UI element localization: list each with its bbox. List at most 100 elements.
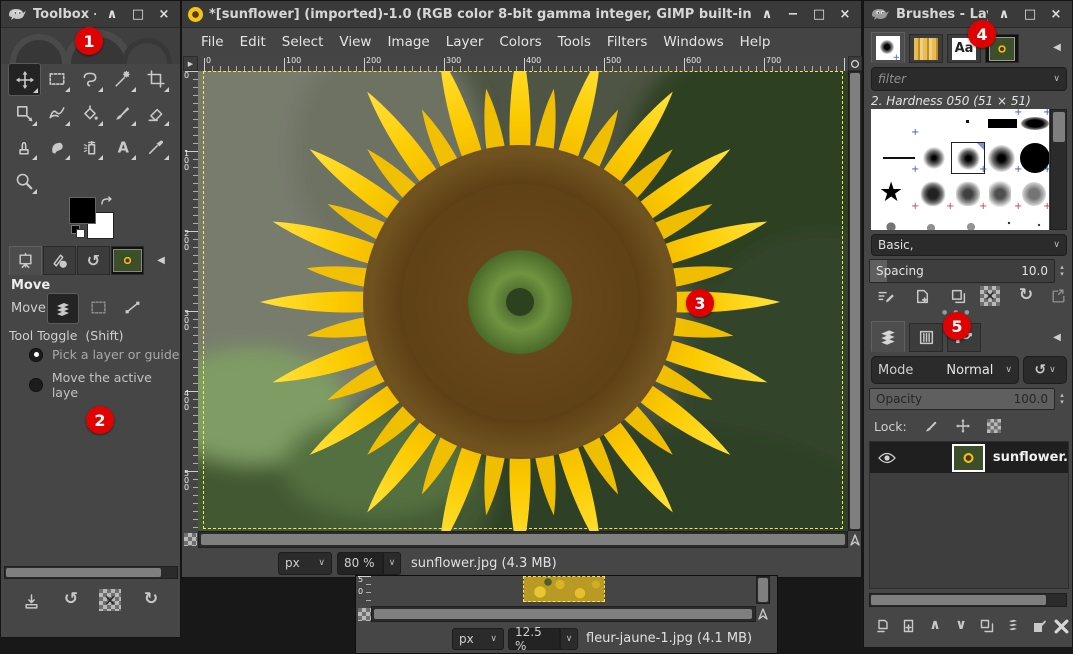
toolbox-hscrollbar-thumb[interactable] [6, 568, 161, 577]
merge-layer-button[interactable] [1002, 615, 1024, 637]
navigation-button[interactable] [848, 531, 862, 548]
new-layer-group-button[interactable] [898, 615, 920, 637]
tab-device-status[interactable]: i [43, 246, 76, 275]
shade-button[interactable]: ∧ [102, 7, 122, 22]
bg-window-canvas[interactable] [371, 576, 756, 603]
panel-menu-button[interactable]: ◀ [151, 251, 171, 269]
dock-titlebar[interactable]: Brushes - Laye ∧ □ × [864, 1, 1072, 28]
tool-free-select[interactable] [74, 63, 105, 94]
brush-filter-input[interactable]: filter ∨ [871, 67, 1067, 91]
move-path-button[interactable] [117, 293, 147, 322]
zoom-control[interactable]: 80 % ∨ [337, 552, 401, 575]
tab-tool-options[interactable] [9, 246, 42, 275]
tool-crop[interactable] [140, 63, 171, 94]
menu-filters[interactable]: Filters [599, 34, 655, 50]
layer-thumbnail[interactable] [952, 444, 985, 472]
lock-pixels-button[interactable] [923, 418, 939, 434]
brush-soft-small[interactable] [923, 147, 945, 169]
canvas-image[interactable] [198, 71, 848, 531]
brush-splat-1[interactable] [921, 182, 945, 206]
dock-menu-button[interactable]: ◀ [1047, 37, 1067, 57]
brush-grid-vscrollbar-thumb[interactable] [1053, 112, 1065, 142]
tool-color-picker[interactable] [140, 131, 171, 162]
edit-brush-button[interactable] [874, 285, 898, 307]
tool-airbrush[interactable] [74, 131, 105, 162]
bg-window-hscrollbar[interactable] [371, 606, 756, 622]
tab-layers[interactable] [871, 321, 905, 352]
menu-tools[interactable]: Tools [550, 34, 599, 50]
delete-brush-button[interactable]: × [980, 286, 1000, 306]
layer-row-sunflower[interactable]: sunflower. [870, 442, 1068, 473]
radio-move-active[interactable]: Move the active laye [29, 370, 180, 400]
tab-image-thumbnail[interactable] [111, 246, 144, 275]
bg-unit-dropdown[interactable]: px∨ [452, 628, 504, 650]
tool-move[interactable] [8, 63, 41, 96]
anchor-layer-button[interactable] [1028, 615, 1050, 637]
tab-brushes[interactable]: + [871, 32, 905, 63]
dock-shade-button[interactable]: ∧ [994, 7, 1014, 22]
new-layer-button[interactable] [872, 615, 894, 637]
opacity-slider[interactable]: Opacity 100.0 [869, 388, 1055, 410]
zoom-follow-window-button[interactable] [848, 56, 862, 71]
tool-rectangle-select[interactable] [41, 63, 72, 94]
new-brush-button[interactable] [910, 285, 934, 307]
main-maximize-button[interactable]: □ [809, 7, 829, 22]
delete-tool-preset-button[interactable]: × [99, 589, 121, 611]
bg-window-image[interactable] [524, 577, 604, 602]
delete-layer-button[interactable] [1050, 615, 1072, 637]
layer-mode-dropdown[interactable]: Mode Normal ∨ [871, 356, 1019, 384]
vertical-ruler[interactable]: 0 100 200 300 400 500 [183, 71, 198, 531]
brush-group-dropdown[interactable]: Basic, ∨ [871, 234, 1067, 256]
raise-layer-button[interactable]: ∧ [924, 614, 946, 636]
unit-dropdown[interactable]: px∨ [278, 552, 332, 575]
menu-image[interactable]: Image [379, 34, 437, 50]
canvas-area[interactable] [198, 71, 848, 531]
lock-position-button[interactable] [955, 418, 971, 434]
menu-colors[interactable]: Colors [491, 34, 549, 50]
swap-colors-icon[interactable] [99, 195, 115, 209]
main-close-button[interactable]: × [835, 7, 855, 22]
canvas-hscrollbar[interactable] [198, 531, 848, 548]
bg-window-navigation-button[interactable] [756, 606, 770, 622]
quickmask-button[interactable] [184, 533, 197, 546]
tool-text[interactable]: A [107, 131, 138, 162]
brush-pixel[interactable] [966, 120, 969, 123]
move-selection-button[interactable] [83, 293, 113, 322]
bg-window-hscrollbar-thumb[interactable] [374, 609, 752, 619]
open-brush-as-image-button[interactable] [1046, 285, 1070, 307]
radio-move-active-control[interactable] [29, 378, 43, 392]
bg-window-quickmask[interactable] [358, 608, 371, 621]
ruler-corner-button[interactable]: ▶ [183, 56, 198, 71]
tool-warp[interactable] [41, 97, 72, 128]
spacing-spinner[interactable]: ▴▾ [1055, 264, 1069, 278]
bg-zoom-control[interactable]: 12.5 % ∨ [508, 628, 578, 650]
brush-soft-large[interactable] [988, 145, 1015, 172]
move-layer-button[interactable] [47, 293, 79, 324]
brush-grid[interactable]: ★ + + + + + + + + + + + + [871, 109, 1049, 230]
lower-layer-button[interactable]: ∨ [950, 614, 972, 636]
layers-hscrollbar-thumb[interactable] [871, 595, 1046, 605]
foreground-color-swatch[interactable] [69, 197, 96, 224]
reset-tool-preset-button[interactable]: ↻ [139, 587, 163, 611]
toolbox-titlebar[interactable]: Toolbox - T ∧ □ × [1, 1, 180, 28]
brush-line[interactable] [883, 157, 915, 159]
maximize-button[interactable]: □ [128, 7, 148, 22]
brush-grid-vscrollbar[interactable] [1050, 109, 1067, 230]
duplicate-brush-button[interactable] [946, 285, 970, 307]
brush-texture-partial[interactable] [879, 217, 1049, 230]
refresh-brushes-button[interactable]: ↻ [1014, 284, 1038, 306]
layers-hscrollbar[interactable] [869, 593, 1067, 607]
bg-window-vruler[interactable]: 5 0 [357, 576, 371, 604]
brush-splat-3[interactable] [989, 181, 1011, 207]
tab-patterns[interactable] [909, 34, 943, 63]
menu-view[interactable]: View [331, 34, 379, 50]
main-titlebar[interactable]: *[sunflower] (imported)-1.0 (RGB color 8… [182, 1, 861, 28]
bg-window-vscrollbar-thumb[interactable] [758, 578, 768, 602]
menu-file[interactable]: File [193, 34, 232, 50]
menu-windows[interactable]: Windows [655, 34, 731, 50]
tool-paintbrush[interactable] [107, 97, 138, 128]
main-shade-button[interactable]: ∧ [757, 7, 777, 22]
menu-select[interactable]: Select [274, 34, 332, 50]
brush-ellipse[interactable] [1021, 117, 1049, 130]
tool-clone[interactable] [8, 131, 39, 162]
